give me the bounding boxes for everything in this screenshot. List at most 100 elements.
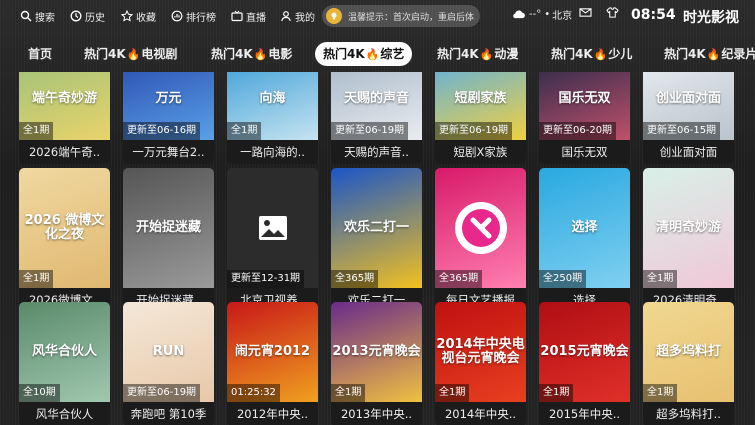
tab-home[interactable]: 首页 bbox=[28, 43, 52, 65]
history-icon bbox=[70, 10, 82, 22]
poster-art-text: 天赐的声音 bbox=[343, 90, 409, 106]
flame-icon: 🔥 bbox=[706, 48, 721, 61]
episode-badge: 更新至06-20期 bbox=[539, 122, 617, 140]
poster-title: 风华合伙人 bbox=[35, 407, 94, 421]
tab-hot-kids[interactable]: 热门4K🔥少儿 bbox=[551, 43, 632, 65]
poster-card[interactable]: 更新至12-31期 北京卫视养.. bbox=[227, 168, 318, 312]
skin-button[interactable] bbox=[606, 7, 619, 18]
weather-widget[interactable]: --° • 北京 bbox=[511, 7, 572, 22]
nav-search-button[interactable]: 搜索 bbox=[20, 8, 55, 24]
tab-label-prefix: 热门4K bbox=[551, 47, 593, 61]
tab-home-label: 首页 bbox=[28, 47, 53, 61]
poster-art-text: 超多坞料打 bbox=[655, 343, 721, 359]
tab-label-prefix: 热门4K bbox=[664, 47, 706, 61]
episode-badge: 更新至12-31期 bbox=[227, 270, 305, 288]
poster-title: 2015年中央.. bbox=[548, 407, 621, 421]
poster-art-text: 创业面对面 bbox=[655, 90, 721, 106]
flame-icon: 🔥 bbox=[253, 48, 268, 61]
poster-card[interactable]: 风华合伙人 全10期 风华合伙人 bbox=[19, 302, 110, 425]
tab-label-suffix: 少儿 bbox=[608, 47, 633, 61]
poster-card[interactable]: 短剧家族 更新至06-19期 短剧X家族 bbox=[435, 72, 526, 164]
poster-card[interactable]: 超多坞料打 全1期 超多坞料打.. bbox=[643, 302, 734, 425]
flame-icon: 🔥 bbox=[365, 48, 380, 61]
poster-card[interactable]: 2026 微博文化之夜 全1期 2026微博文.. bbox=[19, 168, 110, 312]
nav-live-button[interactable]: 直播 bbox=[231, 8, 266, 24]
tab-hot-anime[interactable]: 热门4K🔥动漫 bbox=[437, 43, 518, 65]
nav-live-label: 直播 bbox=[246, 12, 266, 24]
tab-hot-variety[interactable]: 热门4K🔥综艺 bbox=[315, 42, 413, 66]
user-icon bbox=[281, 11, 291, 22]
episode-badge: 全1期 bbox=[539, 384, 574, 402]
episode-badge: 全365期 bbox=[331, 270, 379, 288]
episode-badge: 全1期 bbox=[19, 270, 54, 288]
poster-card[interactable]: 创业面对面 更新至06-15期 创业面对面 bbox=[643, 72, 734, 164]
nav-search-label: 搜索 bbox=[35, 12, 55, 24]
poster-title: 短剧X家族 bbox=[453, 145, 508, 159]
temperature-text: --° bbox=[529, 9, 542, 20]
content-grid: 端午奇妙游 全1期 2026端午奇.. 万元 更新至06-16期 一万元舞台2.. 向海 全1… bbox=[0, 72, 755, 425]
tab-hot-movie[interactable]: 热门4K🔥电影 bbox=[211, 43, 292, 65]
nav-history-label: 历史 bbox=[85, 12, 105, 24]
poster-art-text: 2014年中央电视台元宵晚会 bbox=[436, 336, 525, 366]
episode-badge: 全10期 bbox=[19, 384, 60, 402]
poster-card[interactable]: 闹元宵2012 01:25:32 2012年中央.. bbox=[227, 302, 318, 425]
poster-art-text: 清明奇妙游 bbox=[655, 219, 721, 235]
nav-mine-button[interactable]: 我的 bbox=[280, 8, 315, 24]
poster-card[interactable]: 全365期 每日文艺播报 bbox=[435, 168, 526, 312]
poster-card[interactable]: 2013元宵晚会 全1期 2013年中央.. bbox=[331, 302, 422, 425]
mail-icon bbox=[579, 8, 592, 17]
poster-title: 一万元舞台2.. bbox=[132, 145, 205, 159]
episode-badge: 更新至06-19期 bbox=[435, 122, 513, 140]
poster-art-text: 向海 bbox=[259, 90, 286, 106]
poster-card[interactable]: 万元 更新至06-16期 一万元舞台2.. bbox=[123, 72, 214, 164]
tab-label-suffix: 综艺 bbox=[380, 47, 405, 61]
poster-title: 奔跑吧 第10季 bbox=[130, 407, 207, 421]
tv-icon bbox=[231, 10, 243, 22]
cloud-icon bbox=[513, 10, 525, 19]
poster-card[interactable]: RUN 更新至06-19期 奔跑吧 第10季 bbox=[123, 302, 214, 425]
episode-badge: 更新至06-16期 bbox=[123, 122, 201, 140]
poster-card[interactable]: 欢乐二打一 全365期 欢乐二打一 bbox=[331, 168, 422, 312]
tab-label-suffix: 电视剧 bbox=[141, 47, 178, 61]
poster-card[interactable]: 选择 全250期 选择 bbox=[539, 168, 630, 312]
tab-hot-documentary[interactable]: 热门4K🔥纪录片 bbox=[664, 43, 755, 65]
nav-ranking-button[interactable]: 排行榜 bbox=[171, 8, 216, 24]
tab-label-prefix: 热门4K bbox=[84, 47, 126, 61]
city-text: 北京 bbox=[552, 11, 573, 22]
poster-art-text: 风华合伙人 bbox=[31, 343, 97, 359]
episode-badge: 全1期 bbox=[435, 384, 470, 402]
nav-mine-label: 我的 bbox=[295, 12, 315, 24]
poster-title: 超多坞料打.. bbox=[656, 407, 721, 421]
poster-card[interactable]: 清明奇妙游 全1期 2026清明奇.. bbox=[643, 168, 734, 312]
tab-label-suffix: 动漫 bbox=[494, 47, 519, 61]
poster-card[interactable]: 2015元宵晚会 全1期 2015年中央.. bbox=[539, 302, 630, 425]
poster-card[interactable]: 国乐无双 更新至06-20期 国乐无双 bbox=[539, 72, 630, 164]
poster-image: 开始捉迷藏 bbox=[123, 168, 214, 288]
nav-history-button[interactable]: 历史 bbox=[70, 8, 105, 24]
tab-hot-tv[interactable]: 热门4K🔥电视剧 bbox=[84, 43, 177, 65]
tab-label-prefix: 热门4K bbox=[323, 47, 365, 61]
poster-card[interactable]: 2014年中央电视台元宵晚会 全1期 2014年中央.. bbox=[435, 302, 526, 425]
category-tabs: 首页 热门4K🔥电视剧 热门4K🔥电影 热门4K🔥综艺 热门4K🔥动漫 热门4K… bbox=[0, 40, 755, 68]
message-button[interactable] bbox=[579, 7, 592, 18]
poster-card[interactable]: 开始捉迷藏 开始捉迷藏.. bbox=[123, 168, 214, 312]
episode-badge: 更新至06-15期 bbox=[643, 122, 721, 140]
poster-card[interactable]: 向海 全1期 一路向海的.. bbox=[227, 72, 318, 164]
nav-favorites-label: 收藏 bbox=[136, 12, 156, 24]
app-brand: 时光影视 bbox=[683, 10, 739, 26]
flame-icon: 🔥 bbox=[479, 48, 494, 61]
ranking-icon bbox=[171, 10, 183, 22]
poster-title: 2026端午奇.. bbox=[28, 145, 101, 159]
poster-card[interactable]: 天赐的声音 更新至06-19期 天赐的声音.. bbox=[331, 72, 422, 164]
nav-favorites-button[interactable]: 收藏 bbox=[121, 8, 156, 24]
poster-title: 一路向海的.. bbox=[240, 145, 305, 159]
poster-title: 创业面对面 bbox=[659, 145, 718, 159]
star-icon bbox=[121, 10, 133, 22]
poster-art-text: 2013元宵晚会 bbox=[332, 343, 421, 359]
nav-ranking-label: 排行榜 bbox=[186, 12, 216, 24]
poster-card[interactable]: 端午奇妙游 全1期 2026端午奇.. bbox=[19, 72, 110, 164]
flame-icon: 🔥 bbox=[126, 48, 141, 61]
poster-art-text: 国乐无双 bbox=[558, 90, 611, 106]
notice-ticker[interactable]: 温馨提示：首次启动，重启后体 bbox=[322, 5, 480, 27]
location-dot-icon: • bbox=[544, 9, 551, 20]
